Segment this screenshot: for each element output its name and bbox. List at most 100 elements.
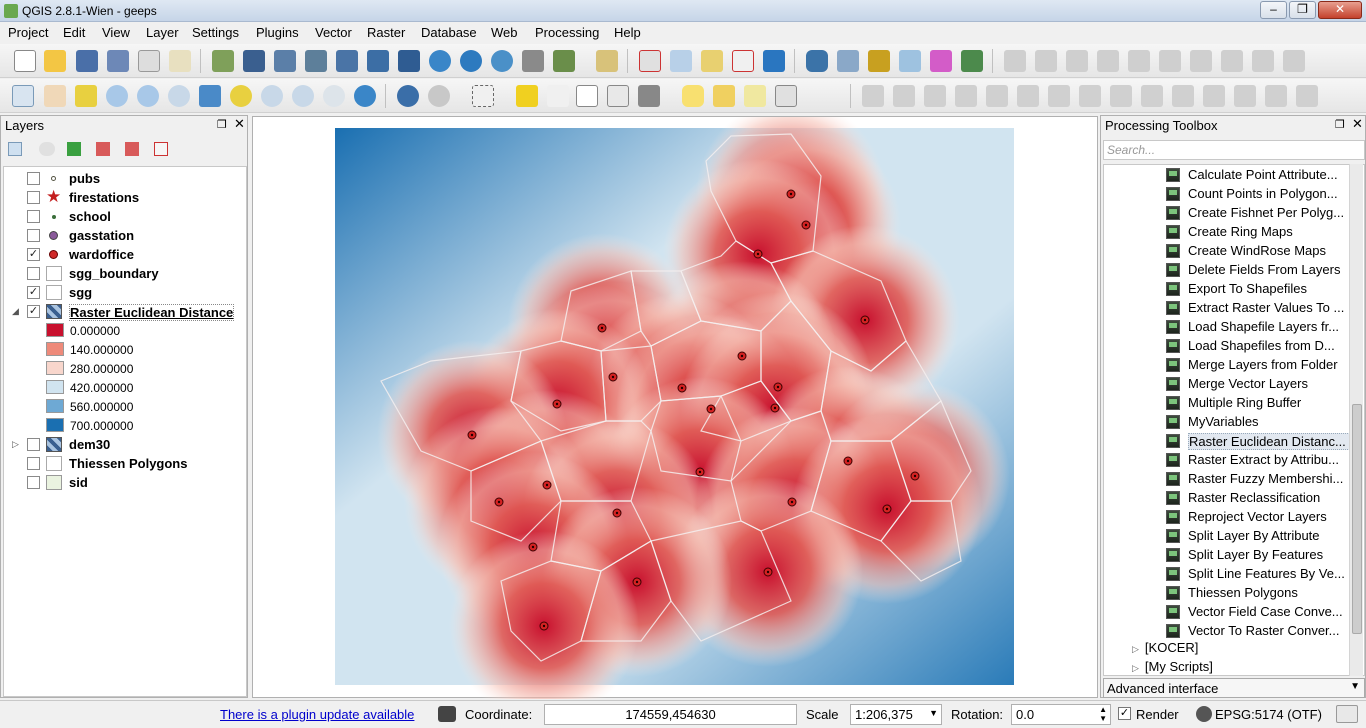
- filter-legend-icon[interactable]: [67, 142, 81, 156]
- redo-icon[interactable]: [924, 85, 946, 107]
- layer-row-sgg_boundary[interactable]: sgg_boundary: [4, 264, 244, 283]
- menu-web[interactable]: Web: [491, 25, 518, 40]
- close-panel-icon[interactable]: ✕: [234, 116, 245, 132]
- toolbox-algorithm-item[interactable]: Raster Extract by Attribu...: [1166, 450, 1351, 469]
- toolbox-algorithm-item[interactable]: Split Layer By Features: [1166, 545, 1351, 564]
- menu-layer[interactable]: Layer: [146, 25, 179, 40]
- scale-select[interactable]: 1:206,375 ▼: [850, 704, 942, 725]
- layer-row-pubs[interactable]: pubs: [4, 169, 244, 188]
- refresh-icon[interactable]: [354, 85, 376, 107]
- layer-row-sid[interactable]: sid: [4, 473, 244, 492]
- table-manager-icon[interactable]: [899, 50, 921, 72]
- add-wcs-layer-icon[interactable]: [460, 50, 482, 72]
- new-print-composer-icon[interactable]: [138, 50, 160, 72]
- menu-plugins[interactable]: Plugins: [256, 25, 299, 40]
- manage-visibility-icon[interactable]: [39, 142, 55, 156]
- delete-ring-icon[interactable]: [1110, 85, 1132, 107]
- layer-visibility-checkbox[interactable]: [27, 267, 40, 280]
- expand-arrow-icon[interactable]: ◢: [12, 306, 19, 317]
- layer-visibility-checkbox[interactable]: ✓: [27, 305, 40, 318]
- layer-visibility-checkbox[interactable]: [27, 457, 40, 470]
- crs-globe-icon[interactable]: [1196, 706, 1212, 722]
- toolbox-algorithm-item[interactable]: Vector To Raster Conver...: [1166, 621, 1351, 640]
- save-layer-edits-icon[interactable]: [1066, 50, 1088, 72]
- zoom-native-icon[interactable]: [168, 85, 190, 107]
- zoom-in-icon[interactable]: [106, 85, 128, 107]
- merge-features-icon[interactable]: [1296, 85, 1318, 107]
- python-console-icon[interactable]: [806, 50, 828, 72]
- menu-vector[interactable]: Vector: [315, 25, 352, 40]
- layer-row-gasstation[interactable]: gasstation: [4, 226, 244, 245]
- add-delimited-text-icon[interactable]: [522, 50, 544, 72]
- add-oracle-layer-icon[interactable]: [367, 50, 389, 72]
- layer-row-wardoffice[interactable]: ✓ wardoffice: [4, 245, 244, 264]
- toolbox-algorithm-item[interactable]: Count Points in Polygon...: [1166, 184, 1351, 203]
- zoom-next-icon[interactable]: [323, 85, 345, 107]
- toolbox-scrollbar[interactable]: [1349, 164, 1363, 676]
- pan-to-selection-icon[interactable]: [75, 85, 97, 107]
- undo-icon[interactable]: [893, 85, 915, 107]
- crosshair-icon[interactable]: [639, 50, 661, 72]
- offset-curve-icon[interactable]: [1203, 85, 1225, 107]
- color-ramp-icon[interactable]: [930, 50, 952, 72]
- layer-row-thiessen-polygons[interactable]: Thiessen Polygons: [4, 454, 244, 473]
- identify-features-icon[interactable]: [397, 85, 419, 107]
- menu-raster[interactable]: Raster: [367, 25, 405, 40]
- toolbox-algorithm-item[interactable]: Raster Euclidean Distanc...: [1166, 431, 1351, 450]
- new-shapefile-icon[interactable]: [553, 50, 575, 72]
- layer-visibility-checkbox[interactable]: [27, 210, 40, 223]
- show-bookmarks-icon[interactable]: [744, 85, 766, 107]
- coordinate-capture-icon[interactable]: [670, 50, 692, 72]
- spin-arrows-icon[interactable]: ▲ ▼: [1099, 705, 1107, 723]
- toolbox-algorithm-item[interactable]: Merge Vector Layers: [1166, 374, 1351, 393]
- coordinate-field[interactable]: 174559,454630: [544, 704, 797, 725]
- add-db2-layer-icon[interactable]: [398, 50, 420, 72]
- select-by-expression-icon[interactable]: [516, 85, 538, 107]
- delete-part-icon[interactable]: [1141, 85, 1163, 107]
- toolbox-algorithm-item[interactable]: Merge Layers from Folder: [1166, 355, 1351, 374]
- toolbox-group-item[interactable]: ▷ [KOCER]: [1132, 640, 1198, 659]
- layer-row-firestations[interactable]: ★ firestations: [4, 187, 244, 207]
- text-annotation-icon[interactable]: [775, 85, 797, 107]
- toolbox-algorithm-item[interactable]: Raster Fuzzy Membershi...: [1166, 469, 1351, 488]
- add-group-icon[interactable]: [8, 142, 22, 156]
- delete-selected-icon[interactable]: [1190, 50, 1212, 72]
- paste-features-icon[interactable]: [1283, 50, 1305, 72]
- maximize-button[interactable]: ❐: [1289, 1, 1316, 19]
- pan-map-icon[interactable]: [44, 85, 66, 107]
- toolbox-algorithm-item[interactable]: Create WindRose Maps: [1166, 241, 1351, 260]
- current-edits-icon[interactable]: [1004, 50, 1026, 72]
- crs-status[interactable]: EPSG:5174 (OTF): [1215, 707, 1322, 722]
- zoom-last-icon[interactable]: [292, 85, 314, 107]
- toolbox-algorithm-item[interactable]: Split Layer By Attribute: [1166, 526, 1351, 545]
- touch-zoom-icon[interactable]: [12, 85, 34, 107]
- layer-row-school[interactable]: school: [4, 207, 244, 226]
- split-parts-icon[interactable]: [1265, 85, 1287, 107]
- new-bookmark-icon[interactable]: [713, 85, 735, 107]
- move-feature-icon[interactable]: [1128, 50, 1150, 72]
- expand-all-icon[interactable]: [96, 142, 110, 156]
- layer-visibility-checkbox[interactable]: ✓: [27, 286, 40, 299]
- layer-visibility-checkbox[interactable]: [27, 172, 40, 185]
- add-ring-icon[interactable]: [1017, 85, 1039, 107]
- close-button[interactable]: ✕: [1318, 1, 1362, 19]
- close-panel-icon[interactable]: ✕: [1352, 116, 1363, 132]
- new-project-icon[interactable]: [14, 50, 36, 72]
- save-as-icon[interactable]: [107, 50, 129, 72]
- add-raster-layer-icon[interactable]: [243, 50, 265, 72]
- toolbox-group-item[interactable]: ▷ [My Scripts]: [1132, 659, 1213, 675]
- spatial-query-icon[interactable]: [763, 50, 785, 72]
- add-feature-icon[interactable]: [1097, 50, 1119, 72]
- simplify-feature-icon[interactable]: [986, 85, 1008, 107]
- select-features-icon[interactable]: [472, 85, 494, 107]
- layer-row-dem30[interactable]: ▷ dem30: [4, 435, 244, 454]
- node-tool-icon[interactable]: [1159, 50, 1181, 72]
- render-checkbox[interactable]: ✓: [1118, 707, 1131, 720]
- fill-ring-icon[interactable]: [1079, 85, 1101, 107]
- toolbox-algorithm-item[interactable]: Load Shapefile Layers fr...: [1166, 317, 1351, 336]
- attribute-table-icon[interactable]: [576, 85, 598, 107]
- layer-row-sgg[interactable]: ✓ sgg: [4, 283, 244, 302]
- layer-visibility-checkbox[interactable]: [27, 438, 40, 451]
- interface-mode-select[interactable]: Advanced interface ▼: [1103, 678, 1365, 698]
- coordinate-toggle-icon[interactable]: [438, 706, 456, 722]
